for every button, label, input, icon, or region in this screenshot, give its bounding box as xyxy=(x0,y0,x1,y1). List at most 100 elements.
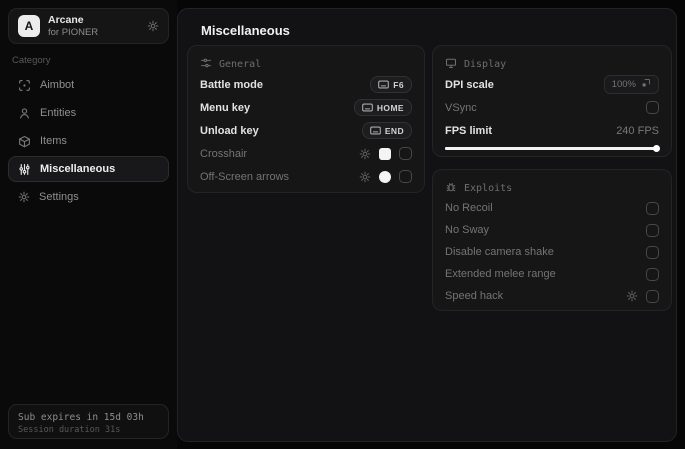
unload-key-keybind-button[interactable]: END xyxy=(361,122,412,139)
sub-expiry-text: Sub expires in 15d 03h xyxy=(18,412,144,423)
no-recoil-checkbox[interactable] xyxy=(646,201,659,215)
no-recoil-label: No Recoil xyxy=(445,202,493,214)
unload-key-controls: END xyxy=(361,122,412,139)
vsync-label: VSync xyxy=(445,101,477,114)
menu-key-key-label: HOME xyxy=(376,102,404,113)
extended-melee-range-row: Extended melee range xyxy=(445,263,659,285)
off-screen-arrows-color-swatch[interactable] xyxy=(379,170,391,183)
exploits-panel-header: Exploits xyxy=(445,179,659,197)
crosshair-color-swatch[interactable] xyxy=(379,147,391,160)
exploits-panel: Exploits No Recoil No Sway Disable camera … xyxy=(432,169,672,311)
sidebar-item-entities[interactable]: Entities xyxy=(8,100,169,126)
battle-mode-controls: F6 xyxy=(370,76,412,93)
crosshair-row: Crosshair xyxy=(200,142,412,165)
dpi-scale-label: DPI scale xyxy=(445,78,494,91)
fps-limit-slider[interactable] xyxy=(445,145,660,152)
disable-camera-shake-checkbox[interactable] xyxy=(646,245,659,259)
keyboard-icon xyxy=(362,103,373,112)
gear-icon xyxy=(18,191,30,203)
main-content: Miscellaneous General Battle mode F6 Menu … xyxy=(177,8,677,442)
bug-icon xyxy=(445,181,457,196)
crosshair-settings-gear-icon[interactable] xyxy=(359,148,371,160)
sidebar-item-label: Items xyxy=(40,135,67,147)
app-subtitle: for PIONER xyxy=(48,26,99,38)
disable-camera-shake-row: Disable camera shake xyxy=(445,241,659,263)
disable-camera-shake-controls xyxy=(646,245,659,259)
display-panel-header: Display xyxy=(445,55,659,73)
items-icon xyxy=(18,135,31,148)
display-panel: Display DPI scale 100% VSync FPS limit 2… xyxy=(432,45,672,157)
no-sway-row: No Sway xyxy=(445,219,659,241)
slider-fill xyxy=(445,147,659,150)
crosshair-controls xyxy=(359,147,412,160)
no-sway-checkbox[interactable] xyxy=(646,223,659,237)
page-title: Miscellaneous xyxy=(201,23,290,38)
menu-key-controls: HOME xyxy=(353,99,412,116)
sliders-h-icon xyxy=(200,57,212,72)
sidebar-item-label: Settings xyxy=(39,191,79,203)
fps-limit-label: FPS limit xyxy=(445,124,493,137)
extended-melee-range-label: Extended melee range xyxy=(445,268,556,280)
speed-hack-checkbox[interactable] xyxy=(646,289,659,303)
slider-knob[interactable] xyxy=(653,145,660,152)
dpi-scale-row: DPI scale 100% xyxy=(445,73,659,96)
general-panel-header: General xyxy=(200,55,412,73)
no-recoil-controls xyxy=(646,201,659,215)
dpi-scale-value: 100% xyxy=(611,79,636,90)
sidebar-item-label: Aimbot xyxy=(40,79,75,91)
keyboard-icon xyxy=(369,126,381,135)
general-panel-title: General xyxy=(219,58,262,70)
sidebar-item-label: Miscellaneous xyxy=(40,163,116,175)
app-title-block: Arcane for PIONER xyxy=(48,14,98,38)
no-sway-controls xyxy=(646,223,659,237)
monitor-icon xyxy=(445,57,457,72)
unload-key-row: Unload key END xyxy=(200,119,412,142)
vsync-row: VSync xyxy=(445,96,659,119)
speed-hack-label: Speed hack xyxy=(445,290,504,302)
speed-hack-settings-gear-icon[interactable] xyxy=(626,290,638,302)
sidebar-item-miscellaneous[interactable]: Miscellaneous xyxy=(8,156,169,182)
unload-key-label: Unload key xyxy=(200,124,259,137)
sidebar-item-items[interactable]: Items xyxy=(8,128,169,154)
fps-limit-row: FPS limit 240 FPS xyxy=(445,119,659,142)
app-header-card: A Arcane for PIONER xyxy=(8,8,169,44)
sidebar-nav: Aimbot Entities Items Miscellaneous Settings xyxy=(8,72,169,212)
off-screen-arrows-checkbox[interactable] xyxy=(399,170,412,183)
unload-key-key-label: END xyxy=(384,125,404,136)
battle-mode-keybind-button[interactable]: F6 xyxy=(370,76,412,93)
off-screen-arrows-row: Off-Screen arrows xyxy=(200,165,412,188)
speed-hack-controls xyxy=(626,289,659,303)
extended-melee-range-checkbox[interactable] xyxy=(646,267,659,281)
app-logo: A xyxy=(18,15,40,37)
crosshair-label: Crosshair xyxy=(200,147,248,160)
app-window: A Arcane for PIONER Category Aimbot Entit… xyxy=(0,0,685,449)
off-screen-arrows-settings-gear-icon[interactable] xyxy=(359,171,371,183)
subscription-card: Sub expires in 15d 03h Session duration … xyxy=(8,404,169,439)
off-screen-arrows-controls xyxy=(359,170,412,183)
battle-mode-row: Battle mode F6 xyxy=(200,73,412,96)
menu-key-label: Menu key xyxy=(200,101,251,114)
session-duration-text: Session duration 31s xyxy=(18,425,121,435)
sidebar-item-label: Entities xyxy=(40,107,77,119)
gear-icon[interactable] xyxy=(147,20,159,32)
no-sway-label: No Sway xyxy=(445,224,490,236)
app-name: Arcane xyxy=(48,14,84,26)
extended-melee-range-controls xyxy=(646,267,659,281)
sidebar-item-settings[interactable]: Settings xyxy=(8,184,169,210)
no-recoil-row: No Recoil xyxy=(445,197,659,219)
general-panel: General Battle mode F6 Menu key HOME Unload … xyxy=(187,45,425,193)
category-label: Category xyxy=(12,55,51,66)
menu-key-keybind-button[interactable]: HOME xyxy=(353,99,412,116)
sidebar-item-aimbot[interactable]: Aimbot xyxy=(8,72,169,98)
battle-mode-label: Battle mode xyxy=(200,78,263,91)
entities-icon xyxy=(18,107,31,120)
crosshair-checkbox[interactable] xyxy=(399,147,412,160)
sliders-icon xyxy=(18,163,31,176)
off-screen-arrows-label: Off-Screen arrows xyxy=(200,170,290,183)
scan-icon xyxy=(18,79,31,92)
vsync-checkbox[interactable] xyxy=(646,101,659,114)
display-panel-title: Display xyxy=(464,58,507,70)
keyboard-icon xyxy=(378,80,390,89)
dpi-scale-select[interactable]: 100% xyxy=(603,75,659,94)
battle-mode-key-label: F6 xyxy=(393,79,404,90)
